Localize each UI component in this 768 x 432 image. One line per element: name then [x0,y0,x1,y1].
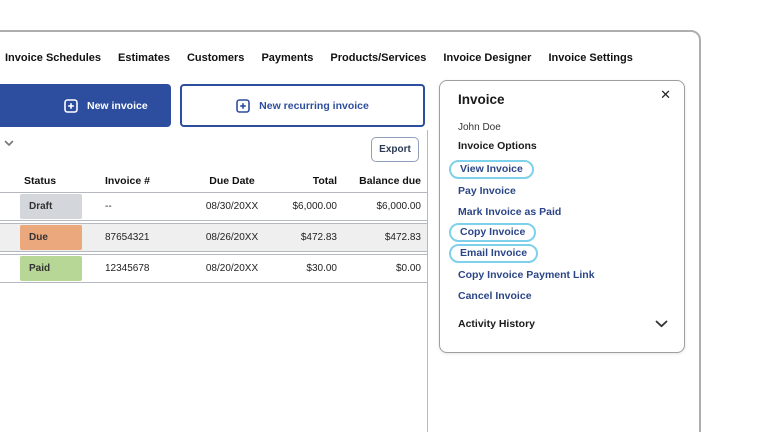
nav-invoice-settings[interactable]: Invoice Settings [548,52,632,64]
new-recurring-invoice-label: New recurring invoice [259,99,369,112]
customer-name: John Doe [458,122,501,133]
cell-balance-due: $0.00 [395,263,421,274]
top-navigation: Invoice Schedules Estimates Customers Pa… [5,52,633,64]
app-frame: Invoice Schedules Estimates Customers Pa… [0,30,701,432]
nav-payments[interactable]: Payments [261,52,313,64]
option-cancel-invoice[interactable]: Cancel Invoice [458,285,595,306]
table-row[interactable]: Paid 12345678 08/20/20XX $30.00 $0.00 [0,254,427,283]
nav-invoice-designer[interactable]: Invoice Designer [443,52,531,64]
invoice-detail-panel: Invoice ✕ John Doe Invoice Options View … [439,80,685,353]
cell-invoice-number: -- [105,201,112,212]
option-copy-invoice[interactable]: Copy Invoice [449,222,595,243]
status-badge: Due [20,225,82,250]
new-recurring-invoice-button[interactable]: New recurring invoice [180,84,425,127]
export-button[interactable]: Export [371,137,419,162]
nav-customers[interactable]: Customers [187,52,244,64]
new-invoice-label: New invoice [87,99,148,112]
cell-balance-due: $6,000.00 [376,201,422,212]
invoice-options-heading: Invoice Options [458,140,537,152]
table-row[interactable]: Due 87654321 08/26/20XX $472.83 $472.83 [0,223,427,252]
dropdown-caret-icon[interactable] [4,140,14,147]
column-header-due-date: Due Date [209,175,255,187]
close-icon[interactable]: ✕ [660,87,671,103]
status-badge: Paid [20,256,82,281]
option-label: Cancel Invoice [458,289,532,302]
option-pay-invoice[interactable]: Pay Invoice [458,180,595,201]
option-label: Mark Invoice as Paid [458,205,562,218]
panel-title: Invoice [458,92,505,107]
nav-products-services[interactable]: Products/Services [330,52,426,64]
option-mark-invoice-as-paid[interactable]: Mark Invoice as Paid [458,201,595,222]
cell-due-date: 08/26/20XX [205,232,259,243]
status-badge: Draft [20,194,82,219]
option-view-invoice[interactable]: View Invoice [449,159,595,180]
table-row[interactable]: Draft -- 08/30/20XX $6,000.00 $6,000.00 [0,192,427,221]
cell-total: $472.83 [300,232,337,243]
table-body: Draft -- 08/30/20XX $6,000.00 $6,000.00 … [0,192,427,285]
cell-total: $30.00 [306,263,337,274]
option-label: Email Invoice [449,244,539,263]
option-copy-invoice-payment-link[interactable]: Copy Invoice Payment Link [458,264,595,285]
cell-total: $6,000.00 [292,201,338,212]
new-invoice-button[interactable]: New invoice [0,84,171,127]
cell-due-date: 08/20/20XX [205,263,259,274]
column-header-status: Status [24,175,57,187]
option-label: View Invoice [449,160,534,179]
option-label: Copy Invoice Payment Link [458,268,595,281]
column-header-balance-due: Balance due [359,175,421,187]
nav-estimates[interactable]: Estimates [118,52,170,64]
option-email-invoice[interactable]: Email Invoice [449,243,595,264]
activity-history-toggle[interactable]: Activity History [458,318,668,330]
invoice-table-pane: Export Status Invoice # Due Date Total B… [0,130,428,432]
column-header-total: Total [312,175,337,187]
column-header-invoice-number: Invoice # [105,175,150,187]
cell-balance-due: $472.83 [384,232,421,243]
table-header-row: Status Invoice # Due Date Total Balance … [0,170,427,192]
cell-due-date: 08/30/20XX [205,201,259,212]
option-label: Pay Invoice [458,184,516,197]
plus-square-icon [64,98,78,113]
cell-invoice-number: 87654321 [105,232,150,243]
invoice-options-list: View Invoice Pay Invoice Mark Invoice as… [449,159,595,306]
cell-invoice-number: 12345678 [105,263,150,274]
plus-square-icon [236,98,250,113]
activity-history-label: Activity History [458,318,536,330]
chevron-down-icon [655,320,668,328]
nav-invoice-schedules[interactable]: Invoice Schedules [5,52,101,64]
option-label: Copy Invoice [449,223,537,242]
